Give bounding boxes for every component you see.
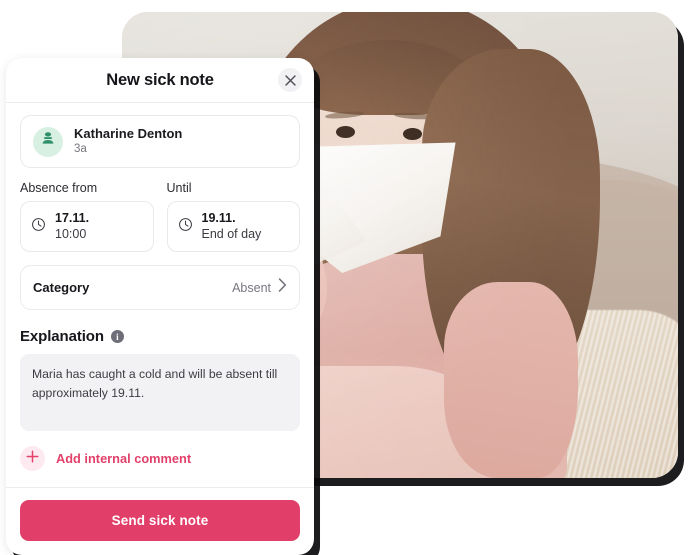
student-group: 3a <box>74 143 87 156</box>
student-info: Katharine Denton 3a <box>74 126 182 157</box>
until-label: Until <box>166 181 192 196</box>
absence-from-date: 17.11. <box>55 211 90 226</box>
absence-from-time: 10:00 <box>55 227 87 242</box>
clock-icon <box>178 217 193 237</box>
absence-from-field: Absence from 17.11. 10:00 <box>20 181 154 253</box>
send-sick-note-button[interactable]: Send sick note <box>20 500 300 542</box>
until-input[interactable]: 19.11. End of day <box>166 201 300 253</box>
until-date: 19.11. <box>201 211 236 226</box>
absence-from-input[interactable]: 17.11. 10:00 <box>20 201 154 253</box>
student-card[interactable]: Katharine Denton 3a <box>20 115 300 169</box>
explanation-input[interactable]: Maria has caught a cold and will be abse… <box>20 354 300 432</box>
category-row[interactable]: Category Absent <box>20 265 300 311</box>
close-button[interactable] <box>278 68 302 92</box>
modal-body: Katharine Denton 3a Absence from 17.11. <box>6 103 314 472</box>
explanation-text: Maria has caught a cold and will be abse… <box>32 367 278 400</box>
until-text: 19.11. End of day <box>202 211 262 242</box>
explanation-header: Explanation i <box>20 328 300 345</box>
person-avatar-icon <box>40 131 56 152</box>
category-value: Absent <box>232 280 271 295</box>
date-range-row: Absence from 17.11. 10:00 Until 19.11. E… <box>20 181 300 253</box>
modal-footer: Send sick note <box>6 487 314 555</box>
modal-header: New sick note <box>6 58 314 103</box>
new-sick-note-modal: New sick note Katharine Denton 3a Absenc… <box>6 58 314 555</box>
explanation-title: Explanation <box>20 328 104 346</box>
info-icon[interactable]: i <box>110 330 124 344</box>
chevron-right-icon <box>278 278 287 297</box>
plus-icon <box>26 450 39 468</box>
close-icon <box>284 74 296 86</box>
plus-circle <box>20 446 45 472</box>
page-title: New sick note <box>106 70 214 89</box>
clock-icon <box>31 217 46 237</box>
until-time: End of day <box>201 227 262 242</box>
absence-from-text: 17.11. 10:00 <box>55 211 89 242</box>
until-field: Until 19.11. End of day <box>166 181 300 253</box>
category-value-group: Absent <box>232 278 287 297</box>
student-name: Katharine Denton <box>74 126 183 141</box>
add-internal-comment-button[interactable]: Add internal comment <box>20 446 300 472</box>
category-label: Category <box>33 280 90 296</box>
absence-from-label: Absence from <box>20 181 98 196</box>
add-internal-comment-label: Add internal comment <box>56 451 192 467</box>
avatar <box>33 126 63 157</box>
